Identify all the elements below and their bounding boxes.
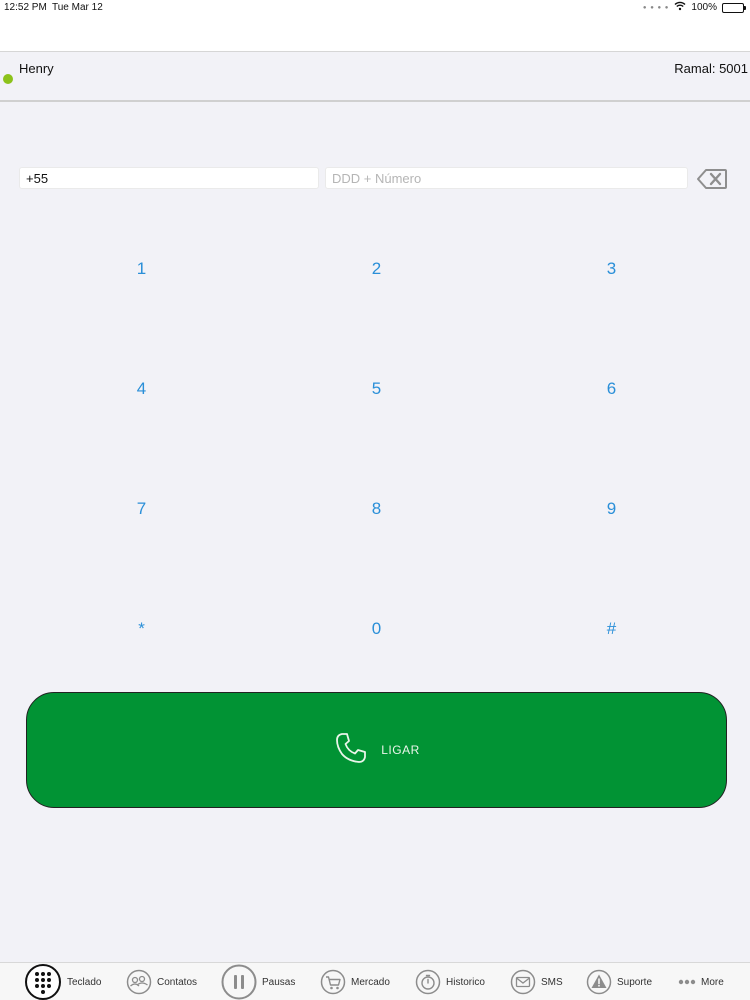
tab-more[interactable]: More [678, 963, 724, 1000]
tab-historico[interactable]: Historico [415, 963, 485, 1000]
backspace-icon [697, 169, 727, 189]
tab-contatos[interactable]: Contatos [126, 963, 197, 1000]
key-7[interactable]: 7 [24, 449, 259, 569]
tab-contatos-label: Contatos [157, 976, 198, 988]
key-star[interactable]: * [24, 569, 259, 689]
key-6[interactable]: 6 [494, 329, 729, 449]
key-9[interactable]: 9 [494, 449, 729, 569]
backspace-button[interactable] [696, 168, 728, 190]
tab-historico-label: Historico [446, 976, 485, 988]
keypad-icon [24, 963, 62, 1000]
envelope-icon [510, 969, 536, 995]
tab-bar: Teclado Contatos Pausas Mercado Historic… [0, 962, 750, 1000]
wifi-icon [674, 1, 686, 14]
history-icon [415, 969, 441, 995]
call-button-label: LIGAR [381, 743, 420, 757]
status-bar: 12:52 PM Tue Mar 12 ● ● ● ● 100% [0, 0, 750, 52]
key-3[interactable]: 3 [494, 209, 729, 329]
phone-number-input[interactable] [325, 167, 688, 189]
key-4[interactable]: 4 [24, 329, 259, 449]
status-time: 12:52 PM [4, 2, 47, 13]
tab-mercado[interactable]: Mercado [320, 963, 390, 1000]
user-bar: Henry Ramal: 5001 [0, 53, 750, 102]
pause-icon [221, 964, 257, 1000]
tab-mercado-label: Mercado [351, 976, 390, 988]
battery-icon [722, 2, 746, 13]
key-hash[interactable]: # [494, 569, 729, 689]
tab-suporte-label: Suporte [617, 976, 653, 988]
tab-sms[interactable]: SMS [510, 963, 563, 1000]
tab-more-label: More [701, 976, 724, 988]
key-1[interactable]: 1 [24, 209, 259, 329]
presence-status-icon [3, 74, 13, 84]
warning-icon [586, 969, 612, 995]
tab-sms-label: SMS [541, 976, 563, 988]
contacts-icon [126, 969, 152, 995]
extension-label: Ramal: 5001 [674, 61, 748, 76]
call-button[interactable]: LIGAR [26, 692, 727, 808]
tab-teclado[interactable]: Teclado [24, 963, 101, 1000]
battery-percent: 100% [691, 2, 717, 13]
more-icon [678, 978, 696, 986]
phone-icon [333, 730, 369, 771]
status-date: Tue Mar 12 [52, 2, 103, 13]
cart-icon [320, 969, 346, 995]
key-2[interactable]: 2 [259, 209, 494, 329]
cellular-signal-icon: ● ● ● ● [642, 4, 670, 11]
tab-pausas-label: Pausas [262, 976, 296, 988]
key-0[interactable]: 0 [259, 569, 494, 689]
key-5[interactable]: 5 [259, 329, 494, 449]
country-code-input[interactable] [19, 167, 319, 189]
user-name: Henry [19, 61, 54, 76]
tab-pausas[interactable]: Pausas [221, 963, 295, 1000]
tab-suporte[interactable]: Suporte [586, 963, 652, 1000]
key-8[interactable]: 8 [259, 449, 494, 569]
status-right: ● ● ● ● 100% [642, 1, 746, 14]
tab-teclado-label: Teclado [67, 976, 102, 988]
